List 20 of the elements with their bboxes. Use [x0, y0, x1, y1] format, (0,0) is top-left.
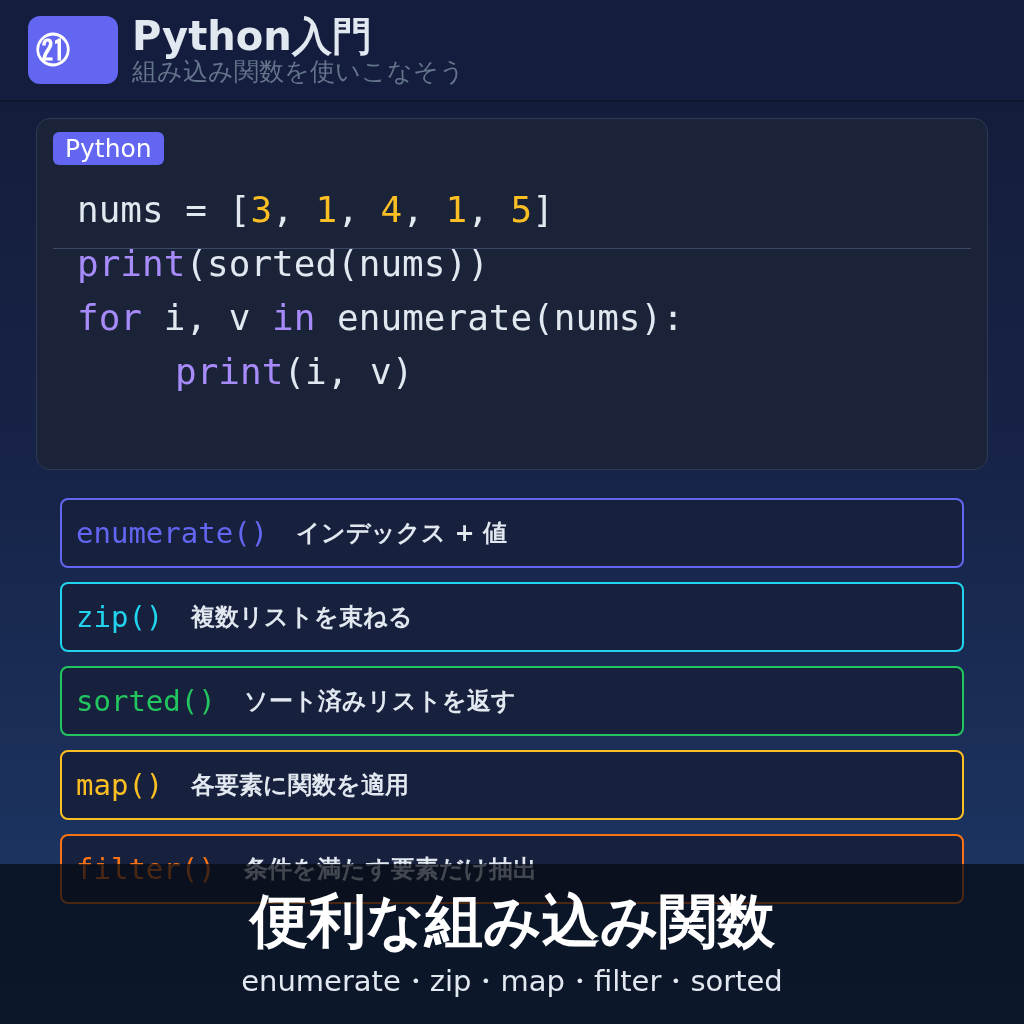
- function-description: ソート済みリストを返す: [243, 686, 516, 717]
- code-line: print(sorted(nums)): [77, 243, 489, 284]
- page-title: Python入門: [132, 14, 373, 58]
- caption-title: 便利な組み込み関数: [249, 886, 775, 956]
- code-line: for i, v in enumerate(nums):: [77, 297, 684, 338]
- function-name: filter(): [76, 852, 216, 886]
- function-description: 条件を満たす要素だけ抽出: [243, 854, 537, 885]
- episode-badge: ㉑: [28, 16, 118, 84]
- function-name: map(): [76, 768, 164, 802]
- page-subtitle: 組み込み関数を使いこなそう: [132, 58, 465, 86]
- code-line: nums = [3, 1, 4, 1, 5]: [77, 189, 554, 230]
- function-description: 各要素に関数を適用: [191, 770, 410, 801]
- code-line: print(i, v): [175, 351, 414, 392]
- function-name: zip(): [76, 600, 164, 634]
- function-name: enumerate(): [76, 516, 269, 550]
- caption-subtitle: enumerate・zip・map・filter・sorted: [241, 963, 783, 1000]
- function-name: sorted(): [76, 684, 216, 718]
- function-description: インデックス + 値: [296, 518, 507, 549]
- language-label: Python: [53, 132, 164, 165]
- function-description: 複数リストを束ねる: [191, 602, 414, 633]
